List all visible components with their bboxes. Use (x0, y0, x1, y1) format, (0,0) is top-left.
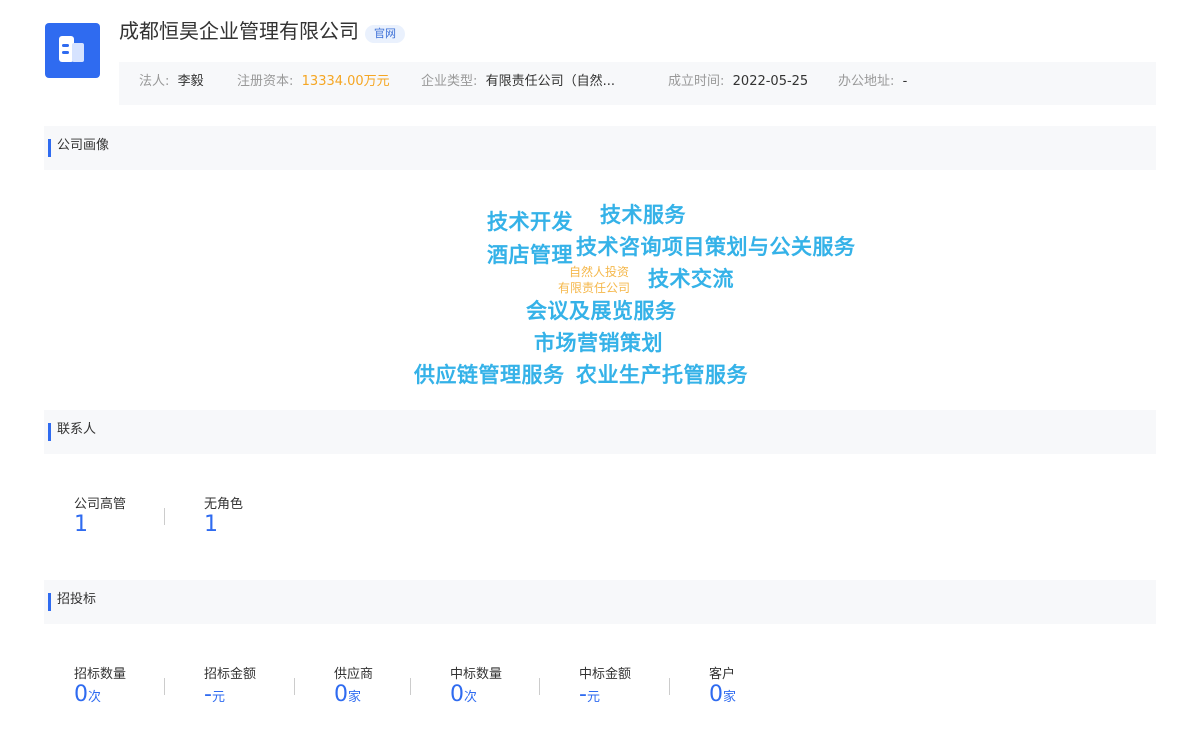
stat-value: 0次 (74, 682, 102, 707)
section-accent-bar (48, 593, 51, 611)
type-value: 有限责任公司（自然... (485, 74, 616, 89)
word-cloud-tag[interactable]: 技术服务 (600, 199, 686, 229)
building-icon (45, 23, 100, 78)
contacts-section-header: 联系人 (44, 410, 1156, 454)
capital-label: 注册资本: (237, 74, 294, 89)
bidding-section-title: 招投标 (57, 592, 97, 607)
legal-person-value[interactable]: 李毅 (178, 74, 204, 89)
word-cloud-tag[interactable]: 技术交流 (648, 263, 734, 293)
word-cloud-tag[interactable]: 农业生产托管服务 (576, 359, 748, 389)
capital-value: 13334.00万元 (301, 74, 390, 89)
stat-label: 招标数量 (74, 667, 127, 682)
registered-capital: 注册资本: 13334.00万元 (237, 62, 390, 102)
stat-label: 无角色 (204, 497, 244, 512)
word-cloud-tag[interactable]: 有限责任公司 (558, 279, 630, 296)
company-profile-page: 成都恒昊企业管理有限公司 官网 法人: 李毅 注册资本: 13334.00万元 … (0, 0, 1200, 752)
stat-value: -元 (579, 682, 600, 707)
company-type: 企业类型: 有限责任公司（自然... (421, 62, 615, 102)
legal-person-label: 法人: (139, 74, 170, 89)
stat-label: 招标金额 (204, 667, 257, 682)
founded-date: 成立时间: 2022-05-25 (668, 62, 808, 102)
portrait-section-header: 公司画像 (44, 126, 1156, 170)
portrait-section-title: 公司画像 (57, 138, 110, 153)
legal-person: 法人: 李毅 (139, 62, 204, 102)
founded-label: 成立时间: (668, 74, 725, 89)
founded-value: 2022-05-25 (732, 74, 809, 89)
bidding-section-header: 招投标 (44, 580, 1156, 624)
stat-label: 供应商 (334, 667, 374, 682)
stat-label: 中标数量 (450, 667, 503, 682)
word-cloud-tag[interactable]: 会议及展览服务 (526, 295, 677, 325)
company-name: 成都恒昊企业管理有限公司 (119, 19, 359, 43)
stat-value: 1 (74, 512, 88, 537)
stat-label: 客户 (709, 667, 736, 682)
word-cloud-tag[interactable]: 酒店管理 (487, 239, 573, 269)
stat-divider (669, 678, 670, 695)
word-cloud-tag[interactable]: 技术咨询项目策划与公关服务 (576, 231, 856, 261)
section-accent-bar (48, 423, 51, 441)
office-address: 办公地址: - (838, 62, 907, 102)
word-cloud-tag[interactable]: 市场营销策划 (534, 327, 663, 357)
basic-info-bar: 法人: 李毅 注册资本: 13334.00万元 企业类型: 有限责任公司（自然.… (119, 62, 1156, 105)
stat-value: -元 (204, 682, 225, 707)
official-site-badge[interactable]: 官网 (365, 25, 405, 43)
word-cloud-tag[interactable]: 供应链管理服务 (414, 359, 565, 389)
stat-divider (164, 678, 165, 695)
stat-divider (164, 508, 165, 525)
stat-value: 1 (204, 512, 218, 537)
section-accent-bar (48, 139, 51, 157)
stat-label: 公司高管 (74, 497, 127, 512)
stat-divider (539, 678, 540, 695)
contacts-section-title: 联系人 (57, 422, 97, 437)
type-label: 企业类型: (421, 74, 478, 89)
address-label: 办公地址: (838, 74, 895, 89)
stat-value: 0次 (450, 682, 478, 707)
stat-label: 中标金额 (579, 667, 632, 682)
stat-value: 0家 (709, 682, 737, 707)
stat-value: 0家 (334, 682, 362, 707)
word-cloud-tag[interactable]: 技术开发 (487, 206, 573, 236)
address-value: - (902, 74, 908, 89)
stat-divider (410, 678, 411, 695)
word-cloud-tag[interactable]: 自然人投资 (569, 263, 629, 280)
stat-divider (294, 678, 295, 695)
